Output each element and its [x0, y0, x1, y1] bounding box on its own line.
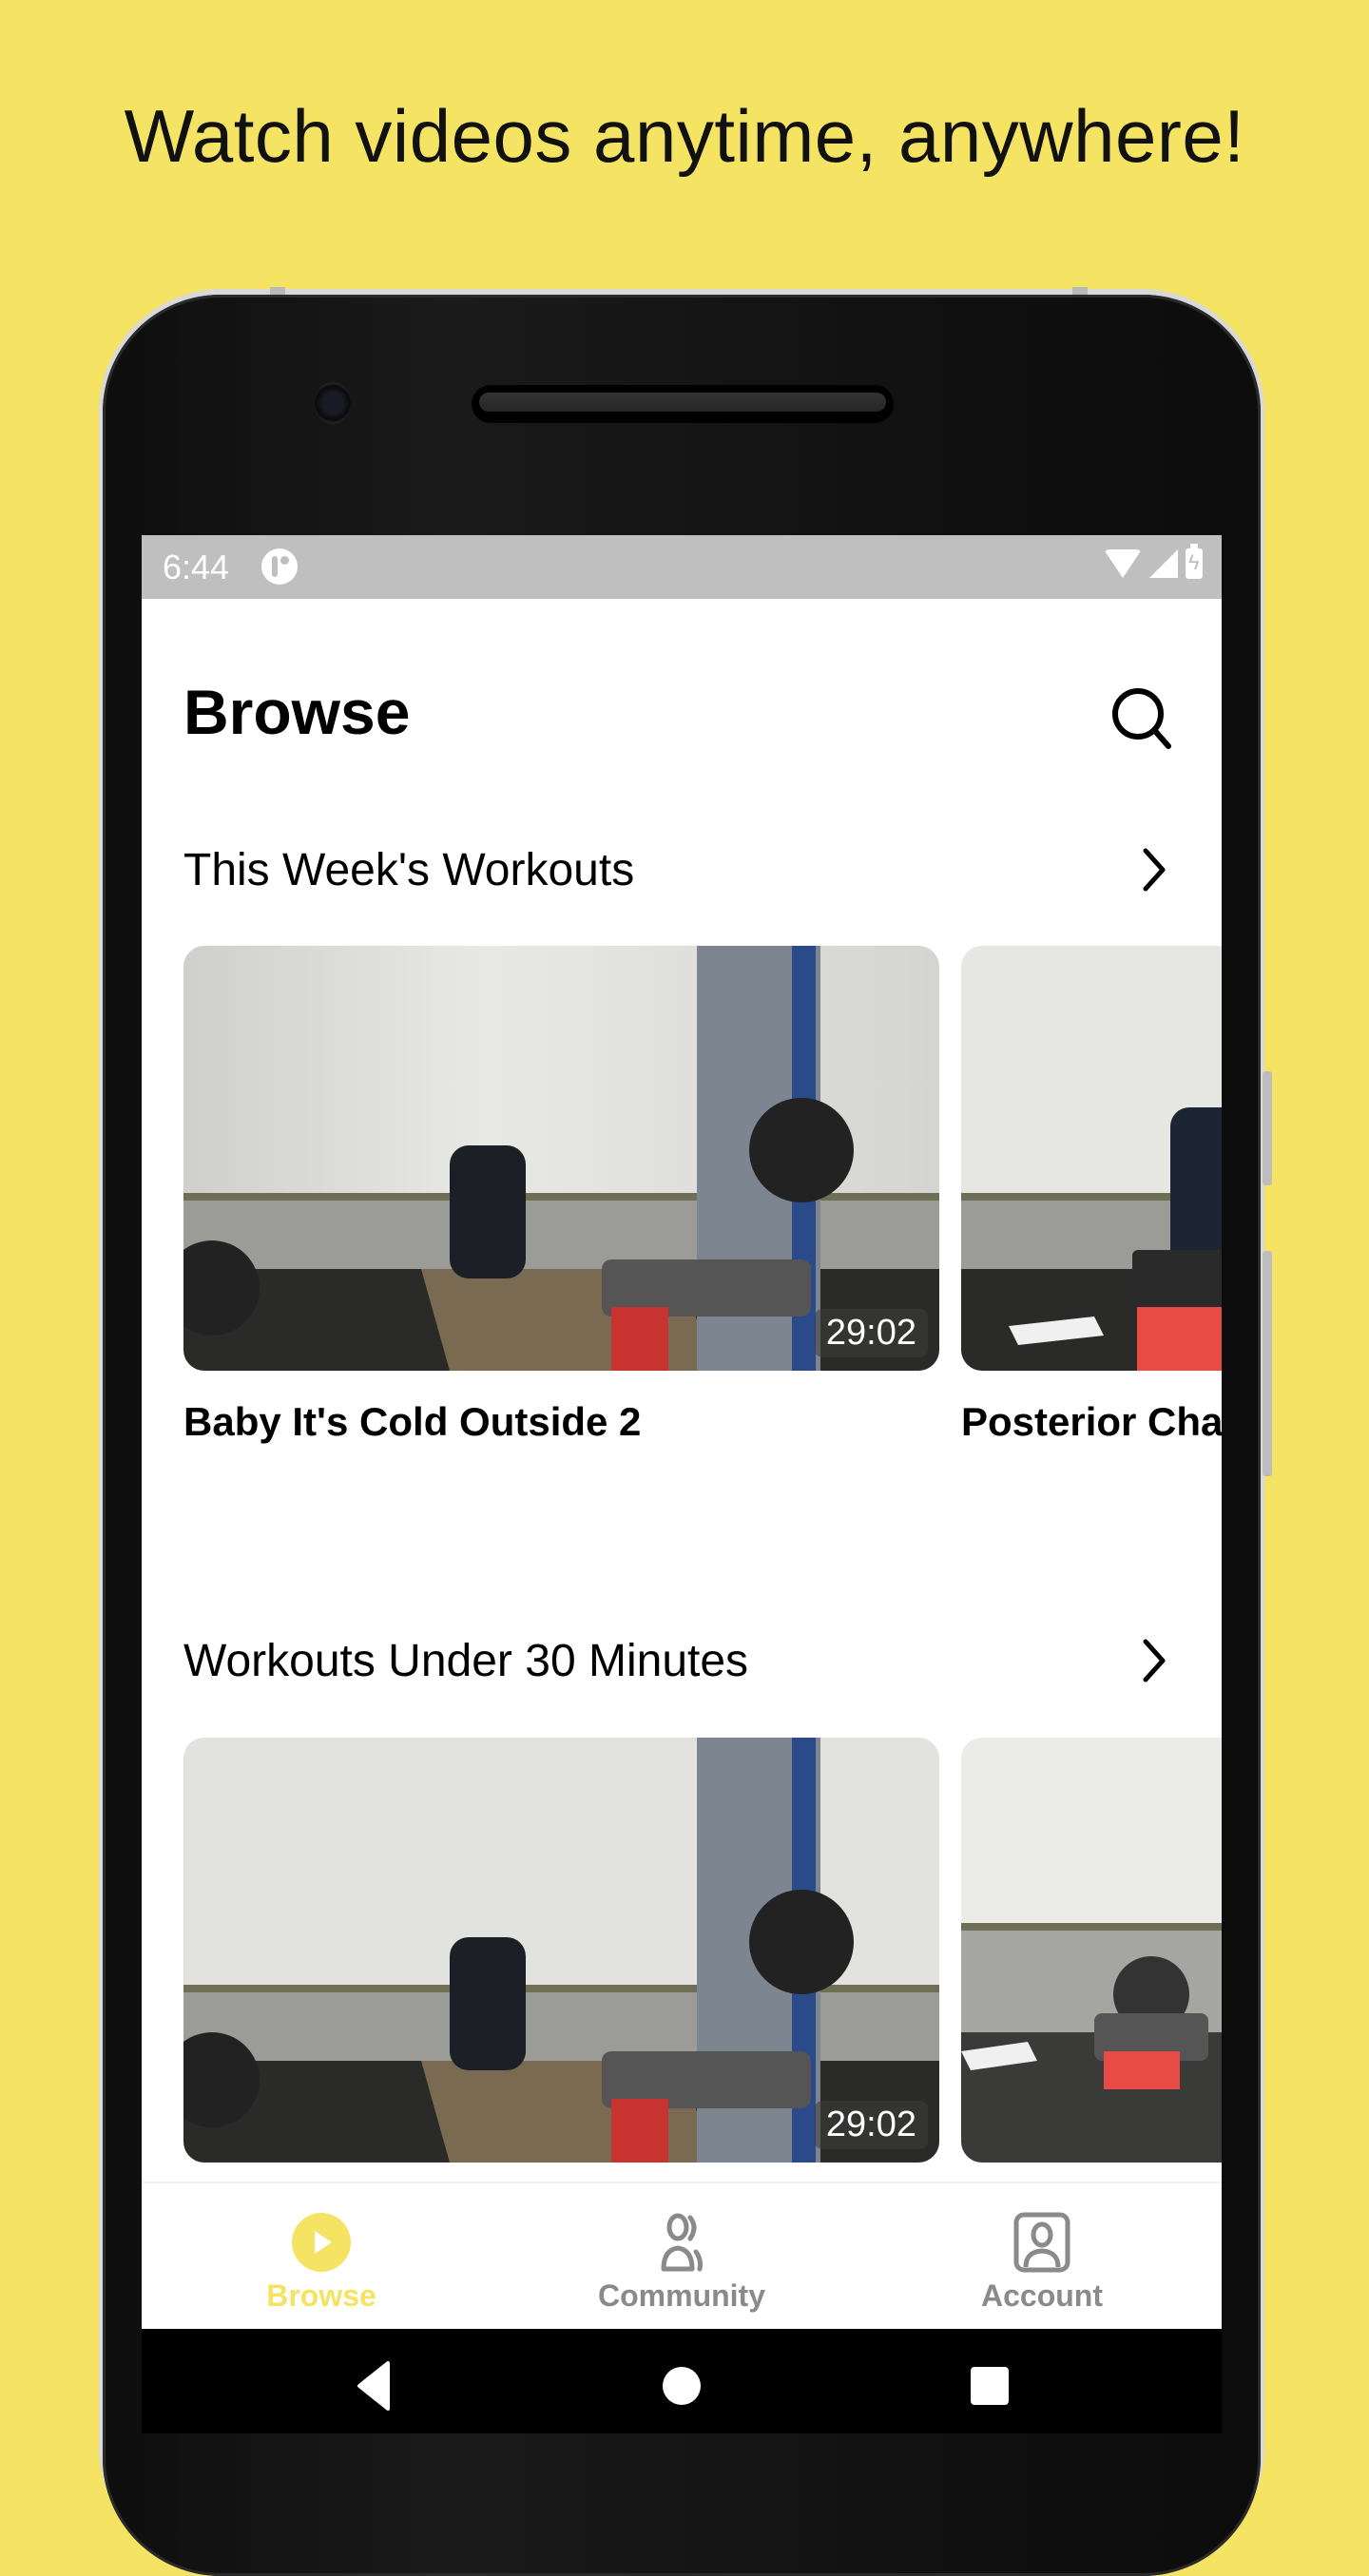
section-see-all-button[interactable]	[1132, 1632, 1180, 1689]
system-navigation-bar	[142, 2329, 1222, 2433]
video-thumbnail	[961, 946, 1222, 1371]
tab-browse[interactable]: Browse	[142, 2183, 501, 2331]
earpiece-speaker	[472, 385, 894, 423]
status-time: 6:44	[163, 548, 230, 586]
chevron-right-icon	[1143, 1639, 1166, 1682]
section-see-all-button[interactable]	[1132, 841, 1180, 898]
nav-recents-button[interactable]	[961, 2357, 1018, 2414]
video-thumbnail	[961, 1738, 1222, 2163]
video-thumbnail: 29:02	[183, 946, 939, 1371]
video-duration: 29:02	[814, 1309, 928, 1357]
users-icon	[661, 2213, 703, 2272]
workout-title: Posterior Cha	[961, 1399, 1222, 1444]
workout-card[interactable]	[961, 1738, 1222, 2175]
workout-card[interactable]: 29:02	[183, 1738, 939, 2175]
wifi-icon	[1104, 549, 1142, 578]
nav-home-button[interactable]	[653, 2357, 710, 2414]
page-title: Browse	[183, 677, 411, 747]
account-icon	[1013, 2212, 1070, 2273]
search-button[interactable]	[1104, 680, 1180, 756]
tab-label: Community	[598, 2278, 765, 2313]
tab-label: Browse	[266, 2278, 376, 2313]
section-title-workouts-under-30: Workouts Under 30 Minutes	[183, 1636, 749, 1686]
nav-back-button[interactable]	[346, 2357, 403, 2414]
signal-icon	[1149, 549, 1178, 578]
recents-icon	[971, 2367, 1009, 2405]
bottom-tab-bar: Browse Community Account	[142, 2182, 1222, 2331]
section-title-this-weeks-workouts: This Week's Workouts	[183, 845, 635, 895]
tab-label: Account	[981, 2278, 1103, 2313]
phone-volume-button	[1263, 1071, 1272, 1185]
chevron-right-icon	[1143, 848, 1166, 892]
video-thumbnail: 29:02	[183, 1738, 939, 2163]
promo-headline: Watch videos anytime, anywhere!	[124, 94, 1245, 178]
workout-card[interactable]: Posterior Cha	[961, 946, 1222, 1459]
video-duration: 29:02	[814, 2101, 928, 2149]
app-notification-icon	[261, 548, 298, 585]
status-bar: 6:44	[142, 535, 1222, 599]
play-circle-icon	[292, 2213, 351, 2272]
back-icon	[357, 2361, 390, 2411]
front-camera	[314, 382, 352, 424]
workout-title: Baby It's Cold Outside 2	[183, 1399, 642, 1444]
phone-power-button	[1263, 1251, 1272, 1476]
workout-card[interactable]: 29:02 Baby It's Cold Outside 2	[183, 946, 939, 1459]
tab-account[interactable]: Account	[862, 2183, 1222, 2331]
home-icon	[663, 2367, 701, 2405]
tab-community[interactable]: Community	[502, 2183, 861, 2331]
app-screen: 6:44 Browse This Week's Workouts	[142, 535, 1222, 2433]
battery-charging-icon	[1186, 544, 1203, 579]
search-icon	[1112, 688, 1171, 749]
